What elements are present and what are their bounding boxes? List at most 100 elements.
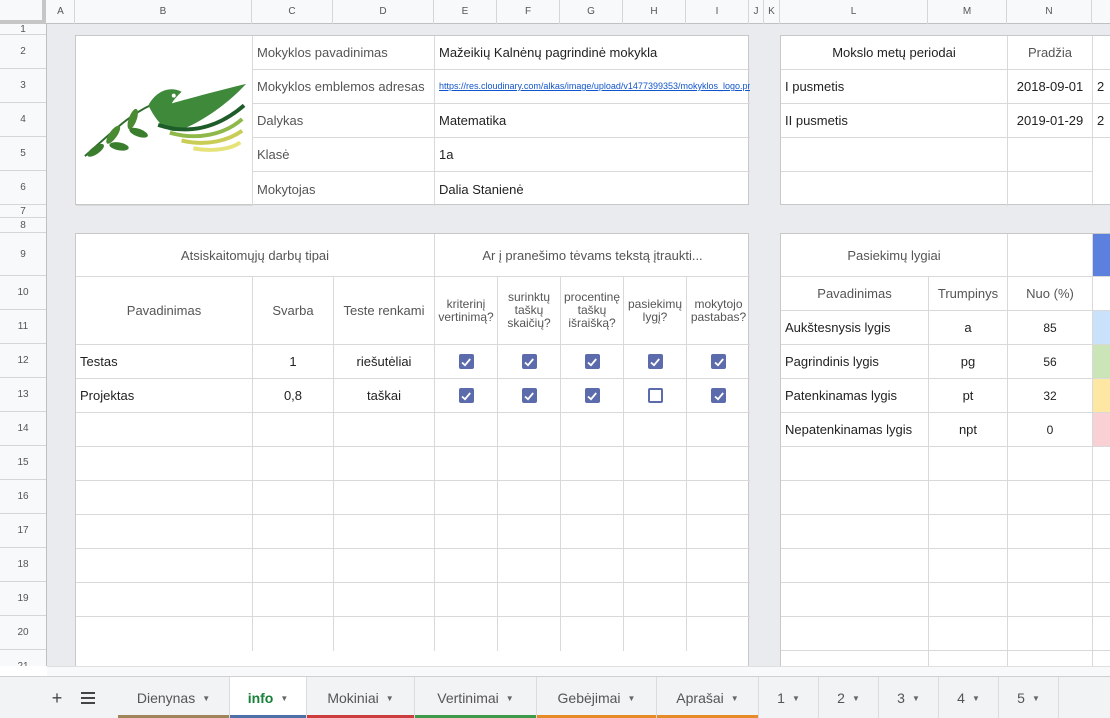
row-header-19[interactable]: 19 xyxy=(0,582,46,616)
caret-down-icon[interactable]: ▼ xyxy=(628,694,636,703)
column-header-i[interactable]: I xyxy=(686,0,749,24)
include-checkbox[interactable] xyxy=(521,388,537,403)
row-header-11[interactable]: 11 xyxy=(0,310,46,344)
period-empty-cell[interactable] xyxy=(1008,138,1093,172)
level-color-swatch[interactable] xyxy=(1093,413,1110,447)
row-header-16[interactable]: 16 xyxy=(0,480,46,514)
works-empty-cell[interactable] xyxy=(76,515,253,549)
works-empty-cell[interactable] xyxy=(435,413,498,447)
level-from[interactable]: 32 xyxy=(1008,379,1093,413)
work-include-cell[interactable] xyxy=(624,345,687,379)
works-empty-cell[interactable] xyxy=(76,583,253,617)
levels-empty-cell[interactable] xyxy=(1093,549,1110,583)
works-empty-cell[interactable] xyxy=(687,447,750,481)
include-checkbox[interactable] xyxy=(458,388,474,403)
level-short[interactable]: a xyxy=(929,311,1008,345)
works-empty-cell[interactable] xyxy=(561,549,624,583)
include-checkbox[interactable] xyxy=(647,388,663,403)
caret-down-icon[interactable]: ▼ xyxy=(280,694,288,703)
column-header-d[interactable]: D xyxy=(333,0,434,24)
levels-empty-cell[interactable] xyxy=(1093,651,1110,666)
work-include-cell[interactable] xyxy=(624,379,687,413)
work-test-value[interactable]: taškai xyxy=(334,379,435,413)
works-empty-cell[interactable] xyxy=(624,549,687,583)
work-include-cell[interactable] xyxy=(435,379,498,413)
row-header-21[interactable]: 21 xyxy=(0,650,46,666)
works-empty-cell[interactable] xyxy=(435,481,498,515)
works-empty-cell[interactable] xyxy=(624,583,687,617)
level-color-swatch[interactable] xyxy=(1093,311,1110,345)
sheet-tab[interactable]: 4 ▼ xyxy=(939,677,999,718)
column-header-j[interactable]: J xyxy=(749,0,764,24)
row-header-12[interactable]: 12 xyxy=(0,344,46,378)
row-header-4[interactable]: 4 xyxy=(0,103,46,137)
sheet-tab[interactable]: Mokiniai ▼ xyxy=(307,677,415,718)
works-empty-cell[interactable] xyxy=(76,447,253,481)
level-short[interactable]: npt xyxy=(929,413,1008,447)
work-include-cell[interactable] xyxy=(687,345,750,379)
works-empty-cell[interactable] xyxy=(624,481,687,515)
works-empty-cell[interactable] xyxy=(76,549,253,583)
works-empty-cell[interactable] xyxy=(498,583,561,617)
level-from[interactable]: 56 xyxy=(1008,345,1093,379)
include-checkbox[interactable] xyxy=(584,354,600,369)
include-checkbox[interactable] xyxy=(458,354,474,369)
works-empty-cell[interactable] xyxy=(687,583,750,617)
row-header-15[interactable]: 15 xyxy=(0,446,46,480)
works-empty-cell[interactable] xyxy=(624,413,687,447)
works-empty-cell[interactable] xyxy=(498,481,561,515)
period-empty-cell[interactable] xyxy=(781,138,1008,172)
caret-down-icon[interactable]: ▼ xyxy=(202,694,210,703)
work-include-cell[interactable] xyxy=(561,379,624,413)
level-from[interactable]: 0 xyxy=(1008,413,1093,447)
horizontal-scrollbar[interactable] xyxy=(47,666,1110,676)
sheet-tab[interactable]: 1 ▼ xyxy=(759,677,819,718)
works-empty-cell[interactable] xyxy=(498,617,561,651)
period-empty-cell[interactable] xyxy=(1008,172,1093,206)
works-empty-cell[interactable] xyxy=(498,515,561,549)
work-include-cell[interactable] xyxy=(687,379,750,413)
levels-empty-cell[interactable] xyxy=(929,447,1008,481)
work-include-cell[interactable] xyxy=(498,379,561,413)
work-weight[interactable]: 1 xyxy=(253,345,334,379)
column-header-b[interactable]: B xyxy=(75,0,252,24)
levels-empty-cell[interactable] xyxy=(1093,617,1110,651)
sheet-tab[interactable]: 2 ▼ xyxy=(819,677,879,718)
works-empty-cell[interactable] xyxy=(253,413,334,447)
level-short[interactable]: pt xyxy=(929,379,1008,413)
class-value[interactable]: 1a xyxy=(435,138,750,172)
works-empty-cell[interactable] xyxy=(435,515,498,549)
level-color-swatch[interactable] xyxy=(1093,379,1110,413)
levels-empty-cell[interactable] xyxy=(781,651,929,666)
levels-empty-cell[interactable] xyxy=(1093,583,1110,617)
column-header-n[interactable]: N xyxy=(1007,0,1092,24)
levels-empty-cell[interactable] xyxy=(1008,515,1093,549)
sheet-tab[interactable]: Dienynas ▼ xyxy=(118,677,230,718)
column-header-h[interactable]: H xyxy=(623,0,686,24)
works-empty-cell[interactable] xyxy=(334,549,435,583)
levels-empty-cell[interactable] xyxy=(929,549,1008,583)
row-header-10[interactable]: 10 xyxy=(0,276,46,310)
row-header-13[interactable]: 13 xyxy=(0,378,46,412)
works-empty-cell[interactable] xyxy=(435,583,498,617)
row-header-1[interactable]: 1 xyxy=(0,24,46,35)
level-name[interactable]: Patenkinamas lygis xyxy=(781,379,929,413)
works-empty-cell[interactable] xyxy=(687,549,750,583)
period-name[interactable]: I pusmetis xyxy=(781,70,1008,104)
works-empty-cell[interactable] xyxy=(253,617,334,651)
works-empty-cell[interactable] xyxy=(561,617,624,651)
works-empty-cell[interactable] xyxy=(498,549,561,583)
caret-down-icon[interactable]: ▼ xyxy=(792,694,800,703)
works-empty-cell[interactable] xyxy=(76,617,253,651)
levels-empty-cell[interactable] xyxy=(1008,447,1093,481)
works-empty-cell[interactable] xyxy=(561,447,624,481)
row-header-6[interactable]: 6 xyxy=(0,171,46,205)
column-header-o[interactable] xyxy=(1092,0,1110,24)
works-empty-cell[interactable] xyxy=(253,549,334,583)
caret-down-icon[interactable]: ▼ xyxy=(386,694,394,703)
works-empty-cell[interactable] xyxy=(687,413,750,447)
period-empty-cell[interactable] xyxy=(781,172,1008,206)
works-empty-cell[interactable] xyxy=(253,515,334,549)
row-header-14[interactable]: 14 xyxy=(0,412,46,446)
work-name[interactable]: Testas xyxy=(76,345,253,379)
